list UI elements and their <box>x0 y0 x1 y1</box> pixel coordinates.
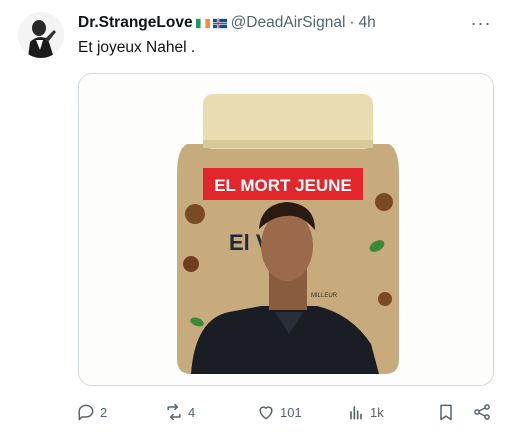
repost-button[interactable]: 4 <box>164 400 195 424</box>
tweet-header: Dr.StrangeLove @DeadAirSignal · 4h <box>78 12 492 34</box>
repost-icon <box>167 403 181 421</box>
jar-small-text: MILLEUR <box>311 293 338 299</box>
like-count: 101 <box>280 404 302 420</box>
author-handle[interactable]: @DeadAirSignal <box>231 14 346 32</box>
views-button[interactable]: 1k <box>346 400 384 424</box>
like-icon <box>259 406 273 420</box>
bookmark-button[interactable] <box>436 400 456 424</box>
iceland-flag-icon <box>212 18 227 28</box>
media-image: El V MILLEUR EL MORT JEUNE <box>79 74 493 385</box>
author-name[interactable]: Dr.StrangeLove <box>78 14 193 32</box>
avatar-image <box>18 12 64 58</box>
views-icon <box>350 406 362 420</box>
share-icon <box>474 404 490 420</box>
tweet-text: Et joyeux Nahel . <box>78 39 196 56</box>
timestamp[interactable]: 4h <box>359 14 376 32</box>
reply-button[interactable]: 2 <box>76 400 107 424</box>
like-button[interactable]: 101 <box>256 400 302 424</box>
bookmark-icon <box>440 404 452 421</box>
views-count: 1k <box>370 404 384 420</box>
more-icon[interactable]: ··· <box>470 13 492 33</box>
action-bar: 2 4 101 1k <box>76 400 500 424</box>
reply-icon <box>78 404 94 421</box>
separator-dot: · <box>349 14 355 31</box>
avatar[interactable] <box>18 12 64 58</box>
reply-count: 2 <box>100 404 108 420</box>
person-face <box>261 211 313 281</box>
share-button[interactable] <box>472 400 492 424</box>
caption-text: EL MORT JEUNE <box>214 176 352 195</box>
tweet-media[interactable]: El V MILLEUR EL MORT JEUNE <box>78 73 494 386</box>
repost-count: 4 <box>188 404 196 420</box>
ireland-flag-icon <box>195 18 210 28</box>
